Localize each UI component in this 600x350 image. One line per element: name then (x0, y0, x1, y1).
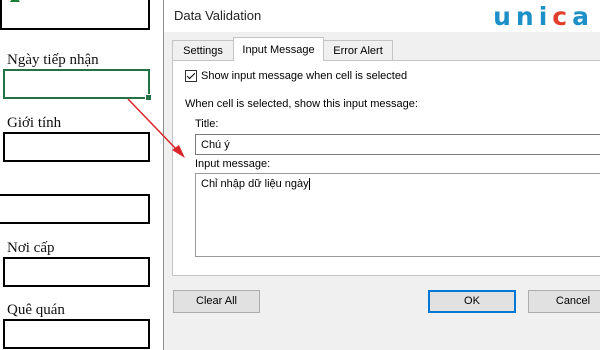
cell-top[interactable] (0, 0, 150, 30)
cell-unlabeled[interactable] (0, 194, 150, 224)
unica-logo: unica (493, 2, 594, 31)
dialog-titlebar[interactable]: Data Validation unica (164, 0, 600, 32)
message-textarea[interactable]: Chỉ nhập dữ liệu ngày (195, 173, 600, 257)
cell-noi-cap[interactable] (3, 257, 150, 287)
title-input-value: Chú ý (201, 139, 230, 151)
label-noi-cap: Nơi cấp (7, 240, 55, 256)
text-caret (308, 178, 310, 191)
section-heading: When cell is selected, show this input m… (185, 98, 418, 110)
show-message-option[interactable]: Show input message when cell is selected (185, 70, 407, 82)
fill-handle[interactable] (145, 94, 152, 101)
input-message-panel: Show input message when cell is selected… (172, 60, 600, 276)
cell-ngay-tiep-nhan[interactable] (3, 69, 152, 101)
ok-button[interactable]: OK (428, 290, 516, 313)
dialog-title: Data Validation (174, 8, 262, 23)
clear-all-button[interactable]: Clear All (173, 290, 260, 313)
cancel-button[interactable]: Cancel (528, 290, 600, 313)
label-ngay-tiep-nhan: Ngày tiếp nhận (7, 52, 99, 68)
cell-gioi-tinh[interactable] (3, 132, 150, 162)
show-message-checkbox[interactable] (185, 70, 197, 82)
spreadsheet-area: Ngày tiếp nhận Giới tính Nơi cấp Quê quá… (0, 0, 165, 350)
data-validation-dialog: Data Validation unica Settings Input Mes… (163, 0, 600, 350)
message-label: Input message: (195, 158, 271, 170)
title-input[interactable]: Chú ý (195, 134, 600, 155)
label-gioi-tinh: Giới tính (7, 115, 62, 131)
show-message-label: Show input message when cell is selected (201, 70, 408, 82)
tab-input-message[interactable]: Input Message (233, 37, 324, 61)
tab-error-alert[interactable]: Error Alert (323, 40, 393, 60)
cell-que-quan[interactable] (3, 319, 150, 349)
label-que-quan: Quê quán (7, 302, 65, 318)
tab-settings[interactable]: Settings (172, 40, 234, 60)
message-value: Chỉ nhập dữ liệu ngày (201, 178, 309, 190)
title-label: Title: (195, 118, 219, 130)
